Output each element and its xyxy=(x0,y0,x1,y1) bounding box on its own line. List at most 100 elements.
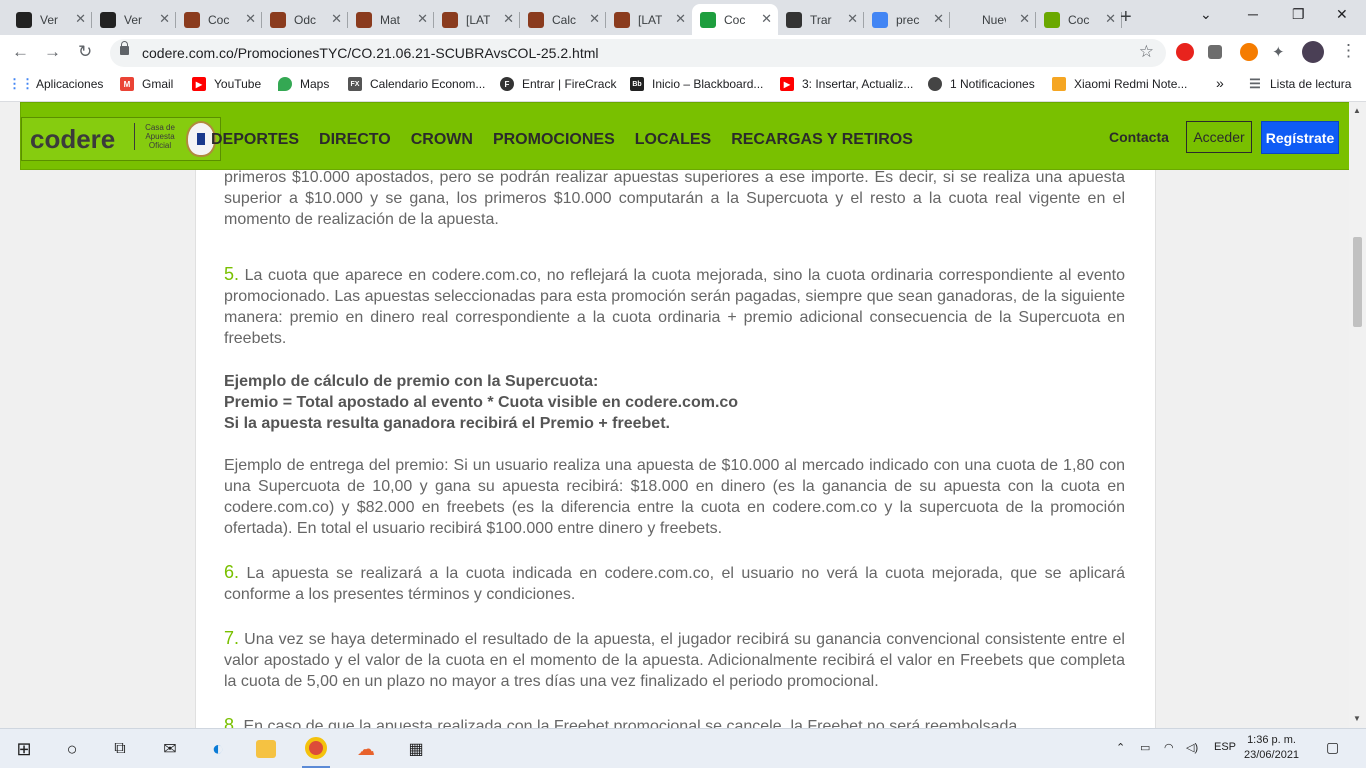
contact-link[interactable]: Contacta xyxy=(1109,129,1169,145)
browser-tab[interactable]: Coc ✕ xyxy=(176,4,262,35)
nav-deportes[interactable]: DEPORTES xyxy=(211,131,299,149)
bookmark-maps[interactable]: Maps xyxy=(278,77,329,91)
tab-close-icon[interactable]: ✕ xyxy=(1105,11,1116,27)
tab-close-icon[interactable]: ✕ xyxy=(933,11,944,27)
volume-icon[interactable]: ◁) xyxy=(1186,741,1198,754)
calculator-icon[interactable]: ▦ xyxy=(404,737,428,761)
edge-icon[interactable]: ◐ xyxy=(206,737,230,761)
m-icon xyxy=(786,11,802,28)
nav-recargas-retiros[interactable]: RECARGAS Y RETIROS xyxy=(731,131,913,149)
codere-logo[interactable]: codere Casa de Apuesta Oficial xyxy=(21,117,221,161)
reload-icon[interactable]: ↻ xyxy=(78,42,92,62)
example-title: Ejemplo de cálculo de premio con la Supe… xyxy=(224,373,599,390)
page-viewport: 4. Para participar, las apuestas deben s… xyxy=(0,102,1366,728)
maximize-button[interactable]: ❐ xyxy=(1292,6,1305,23)
browser-tab[interactable]: Mat ✕ xyxy=(348,4,434,35)
back-icon[interactable]: ← xyxy=(12,42,29,62)
search-circle-icon[interactable]: ○ xyxy=(60,737,84,761)
term-text: La apuesta se realizará a la cuota indic… xyxy=(224,565,1125,603)
login-button[interactable]: Acceder xyxy=(1186,121,1252,153)
browser-tab[interactable]: [LAT ✕ xyxy=(434,4,520,35)
mail-icon[interactable]: ✉ xyxy=(158,737,182,761)
url-text[interactable]: codere.com.co/PromocionesTYC/CO.21.06.21… xyxy=(142,45,598,61)
tab-close-icon[interactable]: ✕ xyxy=(417,11,428,27)
tab-close-icon[interactable]: ✕ xyxy=(1019,11,1030,27)
language-indicator[interactable]: ESP xyxy=(1214,741,1236,753)
windows-start-icon[interactable]: ⊞ xyxy=(12,737,36,761)
apps-grid-icon: ⋮⋮ xyxy=(8,76,34,91)
browser-tab[interactable]: Calc ✕ xyxy=(520,4,606,35)
adblock-extension-icon[interactable] xyxy=(1176,43,1194,61)
task-view-icon[interactable]: ⧉ xyxy=(108,737,132,761)
browser-tab[interactable]: Ver ✕ xyxy=(8,4,92,35)
close-window-button[interactable]: ✕ xyxy=(1336,6,1348,23)
system-clock[interactable]: 1:36 p. m. 23/06/2021 xyxy=(1244,733,1299,763)
address-bar[interactable]: codere.com.co/PromocionesTYC/CO.21.06.21… xyxy=(110,39,1166,67)
term-number: 7. xyxy=(224,628,240,648)
tab-title: [LAT xyxy=(466,12,490,27)
scroll-up-icon[interactable]: ▲ xyxy=(1353,106,1361,115)
chrome-icon[interactable] xyxy=(305,737,327,759)
bookmark-apps[interactable]: ⋮⋮ Aplicaciones xyxy=(8,76,104,91)
tab-title: Ver xyxy=(124,12,143,27)
tab-close-icon[interactable]: ✕ xyxy=(75,11,86,27)
reading-list[interactable]: ☰ Lista de lectura xyxy=(1248,76,1351,91)
fire-extension-icon[interactable] xyxy=(1240,43,1258,61)
tab-close-icon[interactable]: ✕ xyxy=(503,11,514,27)
browser-tab[interactable]: prec ✕ xyxy=(864,4,950,35)
tab-close-icon[interactable]: ✕ xyxy=(245,11,256,27)
extensions-puzzle-icon[interactable]: ✦ xyxy=(1272,43,1285,61)
bookmark-insertar[interactable]: ▶ 3: Insertar, Actualiz... xyxy=(780,77,913,91)
bookmark-firecrack[interactable]: F Entrar | FireCrack xyxy=(500,77,616,91)
eyedropper-extension-icon[interactable] xyxy=(1208,45,1222,59)
wifi-icon[interactable]: ◠ xyxy=(1164,741,1174,754)
battery-icon[interactable]: ▭ xyxy=(1140,741,1150,754)
bookmark-youtube[interactable]: ▶ YouTube xyxy=(192,77,261,91)
browser-tab[interactable]: Ver ✕ xyxy=(92,4,176,35)
tab-title: Ver xyxy=(40,12,59,27)
minimize-button[interactable]: ─ xyxy=(1248,6,1258,22)
tab-close-icon[interactable]: ✕ xyxy=(675,11,686,27)
browser-tab[interactable]: Trar ✕ xyxy=(778,4,864,35)
file-explorer-icon[interactable] xyxy=(256,740,276,758)
browser-tab[interactable]: [LAT ✕ xyxy=(606,4,692,35)
browser-tab[interactable]: Coc ✕ xyxy=(692,4,778,35)
bookmark-label: Aplicaciones xyxy=(36,77,104,91)
lock-icon xyxy=(120,41,129,55)
register-button[interactable]: Regístrate xyxy=(1261,121,1339,154)
profile-avatar[interactable] xyxy=(1302,41,1324,63)
bookmark-notificaciones[interactable]: 1 Notificaciones xyxy=(928,77,1035,91)
browser-tab[interactable]: Nueva p ✕ xyxy=(950,4,1036,35)
new-tab-button[interactable]: + xyxy=(1120,6,1132,29)
nav-promociones[interactable]: PROMOCIONES xyxy=(493,131,615,149)
page-scrollbar[interactable]: ▲ ▼ xyxy=(1349,102,1366,728)
cloud-app-icon[interactable]: ☁ xyxy=(354,737,378,761)
browser-tab[interactable]: Coc ✕ xyxy=(1036,4,1122,35)
bookmarks-overflow[interactable]: » xyxy=(1216,75,1224,91)
browser-tab[interactable]: Odc ✕ xyxy=(262,4,348,35)
bookmark-gmail[interactable]: M Gmail xyxy=(120,77,173,91)
tab-close-icon[interactable]: ✕ xyxy=(847,11,858,27)
tab-close-icon[interactable]: ✕ xyxy=(159,11,170,27)
nav-crown[interactable]: CROWN xyxy=(411,131,473,149)
tab-search-icon[interactable]: ⌄ xyxy=(1200,6,1212,23)
forward-icon[interactable]: → xyxy=(44,42,61,62)
nav-directo[interactable]: DIRECTO xyxy=(319,131,391,149)
blank-tab-icon xyxy=(958,11,974,28)
bookmark-star-icon[interactable]: ☆ xyxy=(1139,42,1154,62)
menu-kebab-icon[interactable]: ⋮ xyxy=(1340,41,1357,61)
notifications-icon[interactable]: ▢ xyxy=(1326,739,1339,756)
bookmark-calendario[interactable]: FX Calendario Econom... xyxy=(348,77,485,91)
bookmark-blackboard[interactable]: Bb Inicio – Blackboard... xyxy=(630,77,763,91)
clock-time: 1:36 p. m. xyxy=(1247,734,1296,746)
tray-chevron-icon[interactable]: ⌃ xyxy=(1116,741,1125,754)
scroll-down-icon[interactable]: ▼ xyxy=(1353,714,1361,723)
tab-close-icon[interactable]: ✕ xyxy=(331,11,342,27)
scrollbar-thumb[interactable] xyxy=(1353,237,1362,327)
browser-tabstrip: Ver ✕ Ver ✕ Coc ✕ Odc ✕ Mat ✕ [LAT ✕ Calc ✕ [LAT ✕ Coc ✕ T… xyxy=(0,0,1366,35)
tab-close-icon[interactable]: ✕ xyxy=(589,11,600,27)
youtube-icon: ▶ xyxy=(192,77,206,91)
tab-close-icon[interactable]: ✕ xyxy=(761,11,772,27)
bookmark-xiaomi[interactable]: Xiaomi Redmi Note... xyxy=(1052,77,1187,91)
nav-locales[interactable]: LOCALES xyxy=(635,131,711,149)
